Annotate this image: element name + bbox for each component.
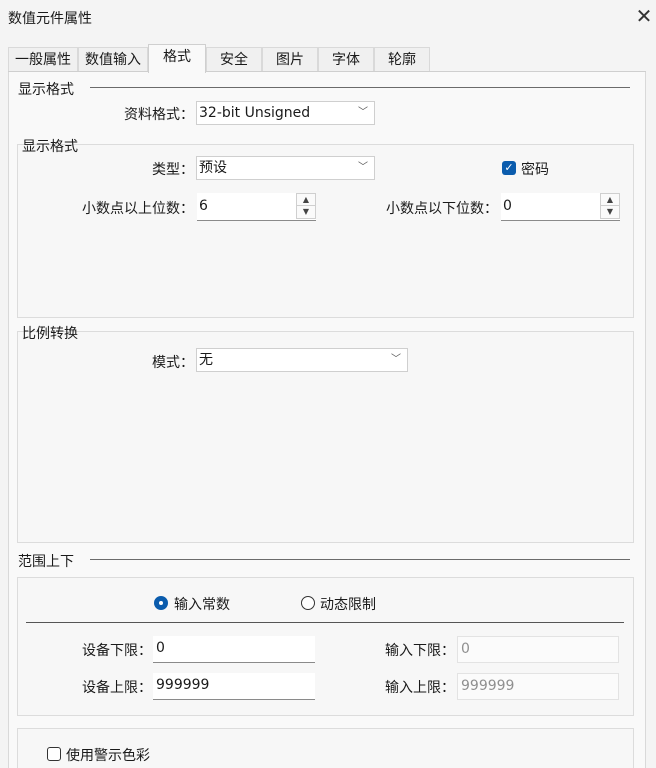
scaling-title: 比例转换 bbox=[22, 326, 78, 342]
chevron-down-icon: ﹀ bbox=[358, 107, 368, 118]
password-label: 密码 bbox=[521, 162, 549, 178]
warning-color-label: 使用警示色彩 bbox=[66, 748, 150, 764]
display-format-title: 显示格式 bbox=[18, 82, 74, 98]
input-low-field: 0 bbox=[457, 636, 619, 663]
data-format-value: 32-bit Unsigned bbox=[199, 105, 311, 121]
radio-dynamic[interactable] bbox=[301, 596, 315, 610]
mode-label: 模式： bbox=[152, 355, 194, 371]
close-icon[interactable]: ✕ bbox=[632, 4, 656, 28]
input-low-label: 输入下限： bbox=[385, 643, 455, 659]
type-dropdown[interactable]: 预设 ﹀ bbox=[196, 156, 375, 180]
input-high-label: 输入上限： bbox=[385, 680, 455, 696]
type-label: 类型： bbox=[152, 162, 194, 178]
frac-digits-value: 0 bbox=[503, 198, 512, 214]
data-format-label: 资料格式： bbox=[124, 107, 194, 123]
tab-font[interactable]: 字体 bbox=[318, 47, 374, 73]
tab-picture[interactable]: 图片 bbox=[262, 47, 318, 73]
spin-up-icon[interactable]: ▲ bbox=[297, 194, 315, 206]
mode-dropdown[interactable]: 无 ﹀ bbox=[196, 348, 408, 372]
tab-security[interactable]: 安全 bbox=[206, 47, 262, 73]
int-digits-label: 小数点以上位数： bbox=[82, 201, 194, 217]
radio-dynamic-label: 动态限制 bbox=[320, 597, 376, 613]
range-divider bbox=[26, 622, 624, 623]
radio-constant-label: 输入常数 bbox=[174, 597, 230, 613]
mode-value: 无 bbox=[199, 352, 213, 368]
range-title: 范围上下 bbox=[18, 554, 74, 570]
device-high-input[interactable]: 999999 bbox=[153, 673, 315, 700]
password-checkbox[interactable]: ✓ bbox=[502, 161, 516, 175]
spin-down-icon[interactable]: ▼ bbox=[297, 206, 315, 218]
tab-numeric-input[interactable]: 数值输入 bbox=[78, 47, 148, 73]
chevron-down-icon: ﹀ bbox=[391, 354, 401, 365]
warning-color-checkbox[interactable] bbox=[47, 747, 61, 761]
frac-digits-label: 小数点以下位数： bbox=[386, 201, 498, 217]
spinner-buttons: ▲ ▼ bbox=[296, 193, 316, 219]
tab-general[interactable]: 一般属性 bbox=[8, 47, 78, 73]
frac-digits-spinner[interactable]: 0 ▲ ▼ bbox=[501, 193, 620, 221]
chevron-down-icon: ﹀ bbox=[358, 162, 368, 173]
type-value: 预设 bbox=[199, 160, 227, 176]
device-high-label: 设备上限： bbox=[82, 680, 152, 696]
tab-outline[interactable]: 轮廓 bbox=[374, 47, 430, 73]
int-digits-value: 6 bbox=[199, 198, 208, 214]
spinner-buttons: ▲ ▼ bbox=[600, 193, 620, 219]
display-format-group-title: 显示格式 bbox=[22, 139, 78, 155]
section-divider bbox=[90, 87, 630, 88]
radio-constant[interactable] bbox=[154, 596, 168, 610]
input-high-field: 999999 bbox=[457, 673, 619, 700]
device-low-input[interactable]: 0 bbox=[153, 636, 315, 663]
data-format-dropdown[interactable]: 32-bit Unsigned ﹀ bbox=[196, 101, 375, 125]
spin-up-icon[interactable]: ▲ bbox=[601, 194, 619, 206]
tab-strip: 一般属性 数值输入 格式 安全 图片 字体 轮廓 bbox=[0, 44, 656, 73]
section-divider bbox=[90, 559, 630, 560]
title-bar: 数值元件属性 ✕ bbox=[0, 0, 656, 36]
device-low-label: 设备下限： bbox=[82, 643, 152, 659]
tab-format[interactable]: 格式 bbox=[148, 44, 206, 73]
spin-down-icon[interactable]: ▼ bbox=[601, 206, 619, 218]
int-digits-spinner[interactable]: 6 ▲ ▼ bbox=[197, 193, 316, 221]
window-title: 数值元件属性 bbox=[8, 11, 92, 27]
